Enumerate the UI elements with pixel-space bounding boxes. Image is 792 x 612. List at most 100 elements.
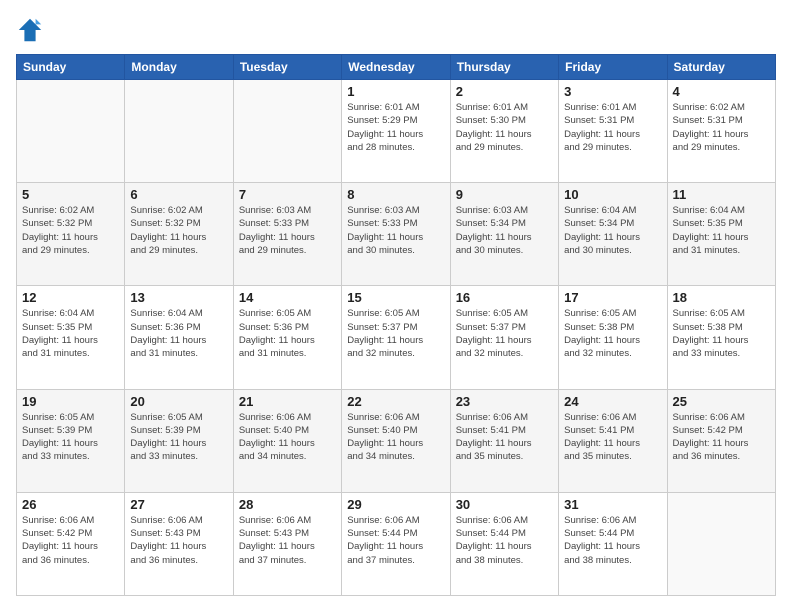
calendar-cell: 28 Sunrise: 6:06 AM Sunset: 5:43 PM Dayli…	[233, 492, 341, 595]
day-info: Sunrise: 6:06 AM Sunset: 5:44 PM Dayligh…	[456, 514, 553, 567]
calendar-cell: 9 Sunrise: 6:03 AM Sunset: 5:34 PM Daylig…	[450, 183, 558, 286]
day-number: 26	[22, 497, 119, 512]
day-info: Sunrise: 6:05 AM Sunset: 5:37 PM Dayligh…	[347, 307, 444, 360]
day-info: Sunrise: 6:05 AM Sunset: 5:36 PM Dayligh…	[239, 307, 336, 360]
day-info: Sunrise: 6:06 AM Sunset: 5:41 PM Dayligh…	[564, 411, 661, 464]
weekday-header-sunday: Sunday	[17, 55, 125, 80]
day-info: Sunrise: 6:04 AM Sunset: 5:36 PM Dayligh…	[130, 307, 227, 360]
calendar-cell: 6 Sunrise: 6:02 AM Sunset: 5:32 PM Daylig…	[125, 183, 233, 286]
day-info: Sunrise: 6:06 AM Sunset: 5:44 PM Dayligh…	[564, 514, 661, 567]
day-number: 31	[564, 497, 661, 512]
day-info: Sunrise: 6:05 AM Sunset: 5:39 PM Dayligh…	[130, 411, 227, 464]
calendar-cell: 30 Sunrise: 6:06 AM Sunset: 5:44 PM Dayli…	[450, 492, 558, 595]
day-info: Sunrise: 6:06 AM Sunset: 5:43 PM Dayligh…	[130, 514, 227, 567]
day-info: Sunrise: 6:06 AM Sunset: 5:40 PM Dayligh…	[347, 411, 444, 464]
calendar-cell: 23Sunrise: 6:06 AM Sunset: 5:41 PM Dayli…	[450, 389, 558, 492]
day-number: 18	[673, 290, 770, 305]
day-info: Sunrise: 6:03 AM Sunset: 5:33 PM Dayligh…	[239, 204, 336, 257]
calendar-cell: 21 Sunrise: 6:06 AM Sunset: 5:40 PM Dayli…	[233, 389, 341, 492]
day-info: Sunrise: 6:03 AM Sunset: 5:34 PM Dayligh…	[456, 204, 553, 257]
calendar-cell	[233, 80, 341, 183]
week-row-3: 19 Sunrise: 6:05 AM Sunset: 5:39 PM Dayli…	[17, 389, 776, 492]
day-number: 19	[22, 394, 119, 409]
calendar-cell	[17, 80, 125, 183]
calendar-cell: 12 Sunrise: 6:04 AM Sunset: 5:35 PM Dayli…	[17, 286, 125, 389]
weekday-header-wednesday: Wednesday	[342, 55, 450, 80]
day-info: Sunrise: 6:02 AM Sunset: 5:32 PM Dayligh…	[130, 204, 227, 257]
day-info: Sunrise: 6:06 AM Sunset: 5:43 PM Dayligh…	[239, 514, 336, 567]
day-info: Sunrise: 6:06 AM Sunset: 5:44 PM Dayligh…	[347, 514, 444, 567]
calendar-cell	[667, 492, 775, 595]
day-number: 21	[239, 394, 336, 409]
day-number: 7	[239, 187, 336, 202]
day-info: Sunrise: 6:06 AM Sunset: 5:42 PM Dayligh…	[22, 514, 119, 567]
calendar-cell: 15 Sunrise: 6:05 AM Sunset: 5:37 PM Dayli…	[342, 286, 450, 389]
day-number: 6	[130, 187, 227, 202]
header	[16, 16, 776, 44]
week-row-4: 26 Sunrise: 6:06 AM Sunset: 5:42 PM Dayli…	[17, 492, 776, 595]
calendar-table: SundayMondayTuesdayWednesdayThursdayFrid…	[16, 54, 776, 596]
calendar-cell: 26 Sunrise: 6:06 AM Sunset: 5:42 PM Dayli…	[17, 492, 125, 595]
day-number: 28	[239, 497, 336, 512]
day-number: 30	[456, 497, 553, 512]
calendar-cell: 24 Sunrise: 6:06 AM Sunset: 5:41 PM Dayli…	[559, 389, 667, 492]
calendar-cell: 20 Sunrise: 6:05 AM Sunset: 5:39 PM Dayli…	[125, 389, 233, 492]
calendar-cell: 17 Sunrise: 6:05 AM Sunset: 5:38 PM Dayli…	[559, 286, 667, 389]
calendar-cell: 19 Sunrise: 6:05 AM Sunset: 5:39 PM Dayli…	[17, 389, 125, 492]
week-row-0: 1Sunrise: 6:01 AM Sunset: 5:29 PM Daylig…	[17, 80, 776, 183]
calendar-cell: 8 Sunrise: 6:03 AM Sunset: 5:33 PM Daylig…	[342, 183, 450, 286]
calendar-cell: 29Sunrise: 6:06 AM Sunset: 5:44 PM Dayli…	[342, 492, 450, 595]
weekday-header-saturday: Saturday	[667, 55, 775, 80]
day-info: Sunrise: 6:04 AM Sunset: 5:35 PM Dayligh…	[22, 307, 119, 360]
day-number: 11	[673, 187, 770, 202]
page: SundayMondayTuesdayWednesdayThursdayFrid…	[0, 0, 792, 612]
day-info: Sunrise: 6:04 AM Sunset: 5:35 PM Dayligh…	[673, 204, 770, 257]
day-number: 5	[22, 187, 119, 202]
day-info: Sunrise: 6:02 AM Sunset: 5:32 PM Dayligh…	[22, 204, 119, 257]
calendar-cell: 22 Sunrise: 6:06 AM Sunset: 5:40 PM Dayli…	[342, 389, 450, 492]
calendar-cell: 10 Sunrise: 6:04 AM Sunset: 5:34 PM Dayli…	[559, 183, 667, 286]
day-info: Sunrise: 6:06 AM Sunset: 5:42 PM Dayligh…	[673, 411, 770, 464]
calendar-cell	[125, 80, 233, 183]
day-number: 10	[564, 187, 661, 202]
calendar-cell: 14 Sunrise: 6:05 AM Sunset: 5:36 PM Dayli…	[233, 286, 341, 389]
day-number: 22	[347, 394, 444, 409]
day-info: Sunrise: 6:05 AM Sunset: 5:37 PM Dayligh…	[456, 307, 553, 360]
day-number: 4	[673, 84, 770, 99]
day-number: 12	[22, 290, 119, 305]
day-info: Sunrise: 6:06 AM Sunset: 5:40 PM Dayligh…	[239, 411, 336, 464]
calendar-cell: 3Sunrise: 6:01 AM Sunset: 5:31 PM Daylig…	[559, 80, 667, 183]
week-row-2: 12 Sunrise: 6:04 AM Sunset: 5:35 PM Dayli…	[17, 286, 776, 389]
day-number: 9	[456, 187, 553, 202]
day-number: 16	[456, 290, 553, 305]
calendar-cell: 5 Sunrise: 6:02 AM Sunset: 5:32 PM Daylig…	[17, 183, 125, 286]
calendar-cell: 4 Sunrise: 6:02 AM Sunset: 5:31 PM Daylig…	[667, 80, 775, 183]
calendar-cell: 27Sunrise: 6:06 AM Sunset: 5:43 PM Dayli…	[125, 492, 233, 595]
calendar-cell: 31 Sunrise: 6:06 AM Sunset: 5:44 PM Dayli…	[559, 492, 667, 595]
day-info: Sunrise: 6:03 AM Sunset: 5:33 PM Dayligh…	[347, 204, 444, 257]
calendar-cell: 2Sunrise: 6:01 AM Sunset: 5:30 PM Daylig…	[450, 80, 558, 183]
calendar-cell: 16 Sunrise: 6:05 AM Sunset: 5:37 PM Dayli…	[450, 286, 558, 389]
calendar-cell: 11 Sunrise: 6:04 AM Sunset: 5:35 PM Dayli…	[667, 183, 775, 286]
day-info: Sunrise: 6:05 AM Sunset: 5:38 PM Dayligh…	[673, 307, 770, 360]
day-number: 14	[239, 290, 336, 305]
day-info: Sunrise: 6:02 AM Sunset: 5:31 PM Dayligh…	[673, 101, 770, 154]
day-info: Sunrise: 6:01 AM Sunset: 5:29 PM Dayligh…	[347, 101, 444, 154]
day-number: 8	[347, 187, 444, 202]
day-number: 24	[564, 394, 661, 409]
calendar-cell: 18 Sunrise: 6:05 AM Sunset: 5:38 PM Dayli…	[667, 286, 775, 389]
day-info: Sunrise: 6:04 AM Sunset: 5:34 PM Dayligh…	[564, 204, 661, 257]
calendar-cell: 1Sunrise: 6:01 AM Sunset: 5:29 PM Daylig…	[342, 80, 450, 183]
weekday-header-row: SundayMondayTuesdayWednesdayThursdayFrid…	[17, 55, 776, 80]
logo	[16, 16, 48, 44]
day-number: 15	[347, 290, 444, 305]
day-info: Sunrise: 6:06 AM Sunset: 5:41 PM Dayligh…	[456, 411, 553, 464]
day-number: 20	[130, 394, 227, 409]
day-info: Sunrise: 6:05 AM Sunset: 5:39 PM Dayligh…	[22, 411, 119, 464]
day-info: Sunrise: 6:05 AM Sunset: 5:38 PM Dayligh…	[564, 307, 661, 360]
day-number: 17	[564, 290, 661, 305]
calendar-cell: 7 Sunrise: 6:03 AM Sunset: 5:33 PM Daylig…	[233, 183, 341, 286]
weekday-header-tuesday: Tuesday	[233, 55, 341, 80]
weekday-header-friday: Friday	[559, 55, 667, 80]
calendar-cell: 25Sunrise: 6:06 AM Sunset: 5:42 PM Dayli…	[667, 389, 775, 492]
